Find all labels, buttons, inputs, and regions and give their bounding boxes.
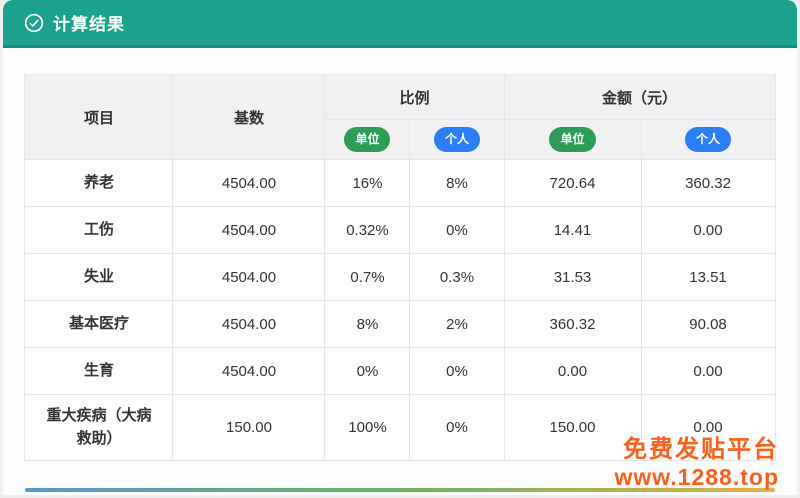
personal-badge: 个人 <box>434 127 480 152</box>
table-row: 重大疾病（大病救助）150.00100%0%150.000.00 <box>25 395 775 461</box>
cell-base: 4504.00 <box>173 160 325 207</box>
table-row: 生育4504.000%0%0.000.00 <box>25 348 775 395</box>
cell-ratio-unit: 100% <box>325 395 410 461</box>
panel-title: 计算结果 <box>53 10 125 35</box>
cell-amount-unit: 150.00 <box>504 395 641 461</box>
cell-amount-unit: 720.64 <box>504 160 641 207</box>
cell-base: 4504.00 <box>173 348 325 395</box>
result-panel-header: 计算结果 <box>3 0 797 48</box>
unit-badge: 单位 <box>344 127 390 152</box>
table-row: 基本医疗4504.008%2%360.3290.08 <box>25 301 775 348</box>
col-header-item: 项目 <box>25 75 173 160</box>
cell-base: 4504.00 <box>173 254 325 301</box>
col-header-amount: 金额（元） <box>504 75 775 120</box>
cell-amount-personal: 0.00 <box>641 348 775 395</box>
cell-item: 基本医疗 <box>25 301 173 348</box>
cell-item: 失业 <box>25 254 173 301</box>
cell-ratio-personal: 8% <box>410 160 504 207</box>
cell-amount-unit: 360.32 <box>504 301 641 348</box>
cell-amount-personal: 0.00 <box>641 395 775 461</box>
cell-ratio-personal: 0.3% <box>410 254 504 301</box>
cell-ratio-unit: 0.32% <box>325 207 410 254</box>
col-header-ratio: 比例 <box>325 75 504 120</box>
cell-amount-unit: 0.00 <box>504 348 641 395</box>
bottom-gradient-bar <box>25 488 775 492</box>
cell-item: 工伤 <box>25 207 173 254</box>
cell-base: 4504.00 <box>173 207 325 254</box>
cell-item: 生育 <box>25 348 173 395</box>
amount-unit-header: 单位 <box>504 120 641 160</box>
result-table: 项目 基数 比例 金额（元） 单位 个人 单位 个人 <box>24 74 775 461</box>
personal-badge: 个人 <box>685 127 731 152</box>
cell-amount-unit: 14.41 <box>504 207 641 254</box>
cell-ratio-personal: 2% <box>410 301 504 348</box>
unit-badge: 单位 <box>549 127 595 152</box>
result-card: 项目 基数 比例 金额（元） 单位 个人 单位 个人 <box>3 48 797 495</box>
cell-ratio-unit: 0.7% <box>325 254 410 301</box>
ratio-personal-header: 个人 <box>410 120 504 160</box>
cell-amount-personal: 13.51 <box>641 254 775 301</box>
ratio-unit-header: 单位 <box>325 120 410 160</box>
table-body: 养老4504.0016%8%720.64360.32工伤4504.000.32%… <box>25 160 775 461</box>
cell-amount-personal: 90.08 <box>641 301 775 348</box>
cell-ratio-personal: 0% <box>410 207 504 254</box>
cell-ratio-personal: 0% <box>410 348 504 395</box>
page: 计算结果 项目 基数 比例 金额（元） 单位 <box>0 0 800 498</box>
table-row: 养老4504.0016%8%720.64360.32 <box>25 160 775 207</box>
cell-amount-unit: 31.53 <box>504 254 641 301</box>
cell-amount-personal: 0.00 <box>641 207 775 254</box>
watermark-url: www.1288.top <box>614 464 779 490</box>
cell-ratio-personal: 0% <box>410 395 504 461</box>
cell-ratio-unit: 16% <box>325 160 410 207</box>
col-header-base: 基数 <box>173 75 325 160</box>
cell-base: 150.00 <box>173 395 325 461</box>
cell-ratio-unit: 8% <box>325 301 410 348</box>
table-row: 失业4504.000.7%0.3%31.5313.51 <box>25 254 775 301</box>
cell-base: 4504.00 <box>173 301 325 348</box>
cell-item: 重大疾病（大病救助） <box>25 395 173 461</box>
table-row: 工伤4504.000.32%0%14.410.00 <box>25 207 775 254</box>
check-circle-icon <box>24 13 44 33</box>
cell-amount-personal: 360.32 <box>641 160 775 207</box>
amount-personal-header: 个人 <box>641 120 775 160</box>
cell-ratio-unit: 0% <box>325 348 410 395</box>
table-header: 项目 基数 比例 金额（元） 单位 个人 单位 个人 <box>25 75 775 160</box>
cell-item: 养老 <box>25 160 173 207</box>
